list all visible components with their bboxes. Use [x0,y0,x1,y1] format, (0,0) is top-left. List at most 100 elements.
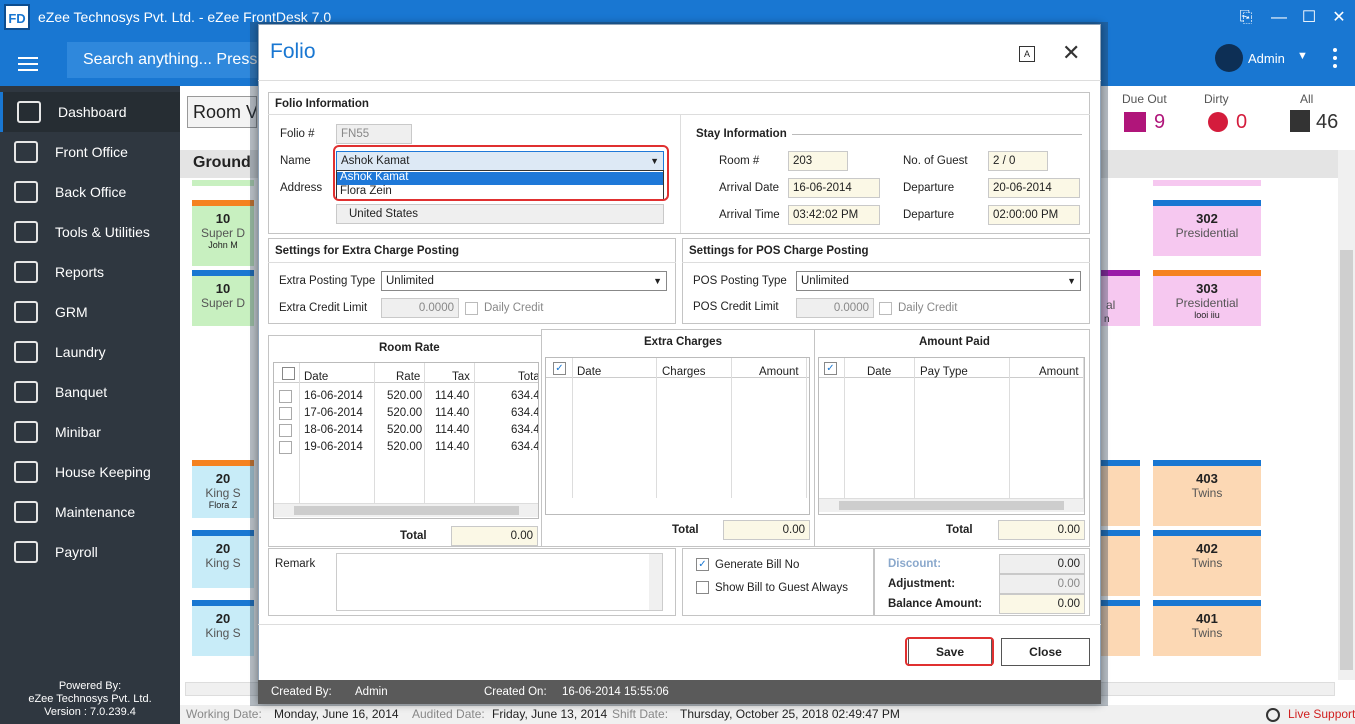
amount-paid-title: Amount Paid [919,336,990,348]
room-view-button[interactable]: Room V [187,96,257,128]
table-cell: 634.4 [511,407,539,419]
room-card[interactable]: 302 Presidential [1153,200,1261,256]
select-all-checkbox[interactable]: ✓ [553,362,566,375]
sidebar-item[interactable]: Dashboard [0,92,180,132]
horizontal-scrollbar[interactable] [819,498,1084,512]
sidebar-item[interactable]: Payroll [0,532,180,572]
table-row[interactable]: 16-06-2014 520.00 114.40 634.4 [274,388,538,405]
room-card[interactable]: 20 King S [192,600,254,656]
room-card[interactable]: 20 King S Flora Z [192,460,254,518]
room-rate-grid: Date Rate Tax Tota 16-06-2014 520.00 114.4… [273,362,539,519]
table-cell: 114.40 [435,390,470,402]
dialog-footer: Created By: Admin Created On: 16-06-2014… [258,680,1101,704]
dialog-title: Folio [270,40,316,63]
powered-by-company: eZee Technosys Pvt. Ltd. [28,693,152,705]
sidebar-item[interactable]: Laundry [0,332,180,372]
name-label: Name [280,155,311,167]
sidebar-item[interactable]: Maintenance [0,492,180,532]
sidebar-item[interactable]: House Keeping [0,452,180,492]
avatar[interactable] [1215,44,1243,72]
user-name[interactable]: Admin [1248,51,1285,66]
close-button[interactable]: Close [1001,638,1090,666]
created-by-label: Created By: [271,686,332,698]
room-card[interactable]: 401 Twins [1153,600,1261,656]
support-icon[interactable] [1266,708,1280,722]
sidebar-item-label: Front Office [55,144,128,160]
room-card[interactable]: 10 Super D John M [192,200,254,266]
more-options-icon[interactable] [1333,48,1339,72]
divider [268,114,1090,115]
scrollbar-thumb[interactable] [294,506,519,515]
table-row[interactable]: 19-06-2014 520.00 114.40 634.4 [274,439,538,456]
address-label: Address [280,182,323,194]
building-icon [1290,110,1310,132]
arrival-date-label: Arrival Date [719,182,780,194]
maximize-button[interactable]: ☐ [1295,6,1323,30]
grid-divider [656,358,657,498]
chevron-down-icon[interactable]: ▼ [1297,50,1308,62]
minimize-button[interactable]: — [1265,6,1293,30]
hamburger-menu-icon[interactable] [18,57,38,71]
table-row[interactable]: 18-06-2014 520.00 114.40 634.4 [274,422,538,439]
window-close-button[interactable]: ✕ [1325,6,1353,30]
room-type: Presidential [1175,226,1239,240]
room-card[interactable]: 20 King S [192,530,254,588]
row-checkbox[interactable] [279,390,292,403]
sidebar-item[interactable]: Minibar [0,412,180,452]
grid-divider [731,358,732,498]
row-checkbox[interactable] [279,424,292,437]
close-icon[interactable]: ✕ [1062,40,1080,66]
generate-bill-checkbox[interactable]: ✓ [696,558,709,571]
live-support-link[interactable]: Live Support [1288,705,1355,724]
daily-credit-checkbox[interactable] [465,302,478,315]
dirty-stat[interactable]: Dirty 0 [1204,92,1274,136]
select-all-checkbox[interactable]: ✓ [824,362,837,375]
sidebar-item[interactable]: Tools & Utilities [0,212,180,252]
grid-divider [806,358,807,498]
row-checkbox[interactable] [279,441,292,454]
scrollbar-thumb[interactable] [839,501,1064,510]
select-all-checkbox[interactable] [282,367,295,380]
sidebar-item-label: Reports [55,264,105,280]
extra-credit-limit-label: Extra Credit Limit [279,302,368,314]
room-type: Super D [200,226,246,240]
room-card[interactable]: 10 Super D [192,270,254,326]
sidebar-item-label: Payroll [55,544,98,560]
sidebar-item[interactable]: Reports [0,252,180,292]
table-cell: 19-06-2014 [304,441,363,453]
stay-information-title: Stay Information [696,128,787,140]
pos-daily-credit-checkbox[interactable] [879,302,892,315]
pos-credit-limit-field[interactable]: 0.0000 [796,298,874,318]
horizontal-scrollbar[interactable] [274,503,538,517]
translate-icon[interactable]: A [1019,46,1035,62]
show-bill-checkbox[interactable] [696,581,709,594]
due-out-stat[interactable]: Due Out 9 [1122,92,1192,136]
floor-tab-ground[interactable]: Ground [180,150,260,178]
all-stat[interactable]: All 46 [1288,92,1355,136]
remark-textarea[interactable] [336,553,663,611]
vertical-scrollbar[interactable] [649,554,662,610]
sidebar-item[interactable]: GRM [0,292,180,332]
created-by-value: Admin [355,686,388,698]
extra-credit-limit-field[interactable]: 0.0000 [381,298,459,318]
extra-charge-settings-title: Settings for Extra Charge Posting [275,245,460,257]
amount-paid-total-label: Total [946,524,973,536]
room-type: Twins [1191,556,1223,570]
sidebar-item[interactable]: Banquet [0,372,180,412]
room-card[interactable]: 402 Twins [1153,530,1261,596]
sidebar-item[interactable]: Back Office [0,172,180,212]
search-input[interactable]: Search anything... Press [67,42,257,78]
table-row[interactable]: 17-06-2014 520.00 114.40 634.4 [274,405,539,422]
pos-posting-type-select[interactable]: Unlimited ▼ [796,271,1081,291]
language-icon[interactable]: ⎘ [1232,6,1260,30]
balance-field: 0.00 [999,594,1085,614]
room-card[interactable]: 403 Twins [1153,460,1261,526]
row-checkbox[interactable] [279,407,292,420]
table-cell: 114.40 [435,441,470,453]
room-type: Super D [200,296,246,310]
extra-posting-type-select[interactable]: Unlimited ▼ [381,271,667,291]
departure-time-label: Departure [903,209,955,221]
room-card[interactable]: 303 Presidential looi iiu [1153,270,1261,326]
sidebar-item[interactable]: Front Office [0,132,180,172]
scrollbar-thumb[interactable] [1340,250,1353,670]
